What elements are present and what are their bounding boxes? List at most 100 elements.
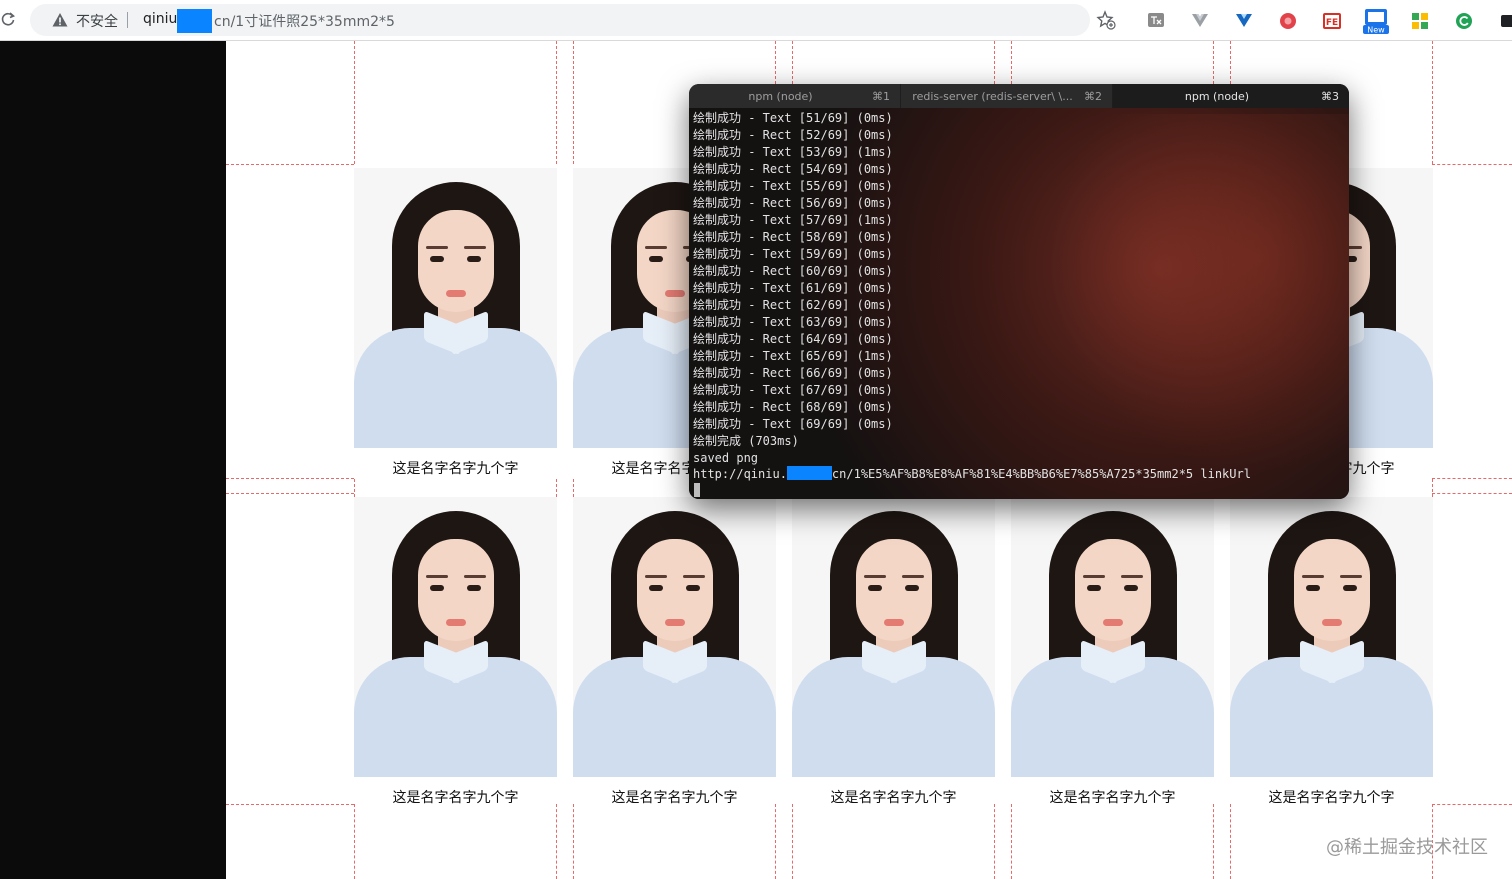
terminal-window[interactable]: npm (node) ⌘1 redis-server (redis-server… — [689, 84, 1349, 499]
terminal-tab-shortcut: ⌘3 — [1321, 90, 1339, 103]
photo-caption: 这是名字名字九个字 — [1268, 790, 1395, 806]
terminal-line: 绘制成功 - Rect [56/69] (0ms) — [693, 196, 893, 210]
reload-icon[interactable] — [0, 11, 16, 27]
terminal-tab-1[interactable]: npm (node) ⌘1 — [689, 84, 900, 108]
terminal-tab-bar: npm (node) ⌘1 redis-server (redis-server… — [689, 84, 1349, 108]
photo-caption: 这是名字名字九个字 — [392, 461, 519, 477]
cut-line — [1230, 804, 1231, 879]
terminal-tab-2[interactable]: redis-server (redis-server\ \... ⌘2 — [900, 84, 1112, 108]
cut-line — [556, 41, 557, 164]
cut-line — [226, 493, 354, 494]
terminal-link-line: http://qiniu. cn/1%E5%AF%B8%E8%AF%81%E4%B… — [693, 466, 1251, 481]
cut-line — [556, 479, 557, 497]
refresh-green-icon[interactable] — [1454, 9, 1474, 31]
cut-line — [792, 804, 793, 879]
terminal-line: 绘制成功 - Rect [58/69] (0ms) — [693, 230, 893, 244]
grid-extension-icon[interactable] — [1410, 9, 1430, 31]
terminal-tab-shortcut: ⌘1 — [872, 90, 890, 103]
fe-extension-icon[interactable]: FE — [1322, 9, 1342, 31]
portrait-photo — [573, 497, 776, 777]
photo-caption: 这是名字名字九个字 — [611, 790, 738, 806]
terminal-cursor — [694, 483, 700, 497]
terminal-line: 绘制成功 - Rect [68/69] (0ms) — [693, 400, 893, 414]
cut-line — [1432, 493, 1512, 494]
terminal-output: 绘制成功 - Text [51/69] (0ms) 绘制成功 - Rect [52… — [693, 110, 893, 467]
terminal-line: 绘制成功 - Rect [66/69] (0ms) — [693, 366, 893, 380]
terminal-line: 绘制成功 - Text [59/69] (0ms) — [693, 247, 893, 261]
cut-line — [573, 804, 574, 879]
vue-devtools-icon[interactable] — [1190, 9, 1210, 31]
extension-partial-icon[interactable] — [1500, 9, 1512, 31]
terminal-tab-title: redis-server (redis-server\ \... — [912, 90, 1073, 103]
terminal-line: 绘制成功 - Text [51/69] (0ms) — [693, 111, 893, 125]
extension-red-icon[interactable] — [1278, 9, 1298, 31]
cut-line — [1432, 164, 1512, 165]
photo-caption: 这是名字名字九个字 — [830, 790, 957, 806]
terminal-line: saved png — [693, 451, 759, 465]
terminal-line: 绘制成功 - Text [67/69] (0ms) — [693, 383, 893, 397]
terminal-line: 绘制成功 - Text [53/69] (1ms) — [693, 145, 893, 159]
cut-line — [354, 41, 355, 164]
terminal-line: 绘制成功 - Text [65/69] (1ms) — [693, 349, 893, 363]
star-add-icon[interactable] — [1096, 9, 1116, 31]
terminal-tab-shortcut: ⌘2 — [1084, 90, 1102, 103]
cut-line — [556, 804, 557, 879]
cut-line — [1432, 479, 1433, 497]
terminal-line: 绘制成功 - Text [63/69] (0ms) — [693, 315, 893, 329]
terminal-line: 绘制成功 - Rect [60/69] (0ms) — [693, 264, 893, 278]
new-extension-icon[interactable]: New — [1362, 7, 1390, 35]
photo-card: 这是名字名字九个字 — [354, 168, 557, 478]
terminal-line: 绘制成功 - Text [61/69] (0ms) — [693, 281, 893, 295]
cut-line — [775, 804, 776, 879]
translate-icon[interactable] — [1146, 9, 1166, 31]
photo-card: 这是名字名字九个字 — [792, 497, 995, 807]
cut-line — [573, 479, 574, 497]
cut-line — [1432, 804, 1512, 805]
browser-toolbar: 不安全 qiniu. cn/1寸证件照25*35mm2*5 FE New — [0, 0, 1512, 41]
terminal-line: 绘制成功 - Rect [52/69] (0ms) — [693, 128, 893, 142]
terminal-tab-title: npm (node) — [748, 90, 813, 103]
cut-line — [1011, 804, 1012, 879]
terminal-line: 绘制成功 - Text [55/69] (0ms) — [693, 179, 893, 193]
terminal-link-prefix: http://qiniu. — [693, 467, 787, 481]
terminal-line: 绘制完成 (703ms) — [693, 434, 799, 448]
url-path[interactable]: cn/1寸证件照25*35mm2*5 — [214, 11, 395, 31]
cut-line — [1432, 478, 1512, 479]
terminal-line: 绘制成功 - Rect [64/69] (0ms) — [693, 332, 893, 346]
vuetify-icon[interactable] — [1234, 9, 1254, 31]
terminal-line: 绘制成功 - Rect [54/69] (0ms) — [693, 162, 893, 176]
terminal-tab-title: npm (node) — [1184, 90, 1250, 103]
portrait-photo — [354, 497, 557, 777]
photo-caption: 这是名字名字九个字 — [392, 790, 519, 806]
watermark: @稀土掘金技术社区 — [1326, 837, 1488, 858]
portrait-photo — [1011, 497, 1214, 777]
cut-line — [226, 164, 354, 165]
dark-side-panel — [0, 41, 226, 879]
address-bar-divider — [127, 12, 128, 28]
photo-caption: 这是名字名字九个字 — [1049, 790, 1176, 806]
cut-line — [354, 804, 355, 879]
cut-line — [226, 804, 354, 805]
cut-line — [994, 804, 995, 879]
redacted-block — [786, 466, 832, 480]
cut-line — [1213, 804, 1214, 879]
fe-label: FE — [1326, 18, 1338, 28]
cut-line — [354, 479, 355, 497]
warning-icon[interactable] — [52, 12, 68, 28]
terminal-line: 绘制成功 - Rect [62/69] (0ms) — [693, 298, 893, 312]
photo-card: 这是名字名字九个字 — [1230, 497, 1433, 807]
redacted-block — [177, 9, 212, 33]
terminal-tab-3[interactable]: npm (node) ⌘3 — [1112, 84, 1349, 108]
cut-line — [226, 478, 354, 479]
portrait-photo — [354, 168, 557, 448]
cut-line — [573, 41, 574, 164]
portrait-photo — [1230, 497, 1433, 777]
terminal-background-glow — [1049, 114, 1349, 474]
photo-card: 这是名字名字九个字 — [354, 497, 557, 807]
cut-line — [1432, 41, 1433, 164]
terminal-link-suffix: cn/1%E5%AF%B8%E8%AF%81%E4%BB%B6%E7%85%A7… — [831, 467, 1251, 481]
terminal-line: 绘制成功 - Text [69/69] (0ms) — [693, 417, 893, 431]
security-status-label[interactable]: 不安全 — [76, 11, 118, 31]
photo-card: 这是名字名字九个字 — [1011, 497, 1214, 807]
portrait-photo — [792, 497, 995, 777]
